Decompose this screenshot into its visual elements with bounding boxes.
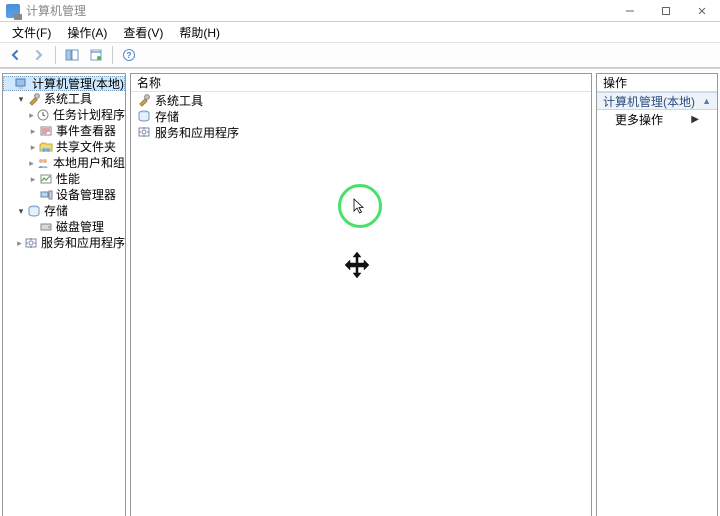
storage-icon: [137, 109, 151, 123]
tree-label-local-users: 本地用户和组: [53, 155, 125, 171]
tree-node-task-scheduler[interactable]: 任务计划程序: [3, 107, 125, 123]
show-hide-tree-button[interactable]: [61, 44, 83, 66]
close-button[interactable]: [684, 0, 720, 21]
tools-icon: [27, 92, 41, 106]
disk-icon: [39, 220, 53, 234]
tree-label-device-manager: 设备管理器: [56, 187, 116, 203]
list-item-storage[interactable]: 存储: [131, 108, 591, 124]
computer-icon: [15, 77, 29, 91]
back-button[interactable]: [4, 44, 26, 66]
actions-group[interactable]: 计算机管理(本地) ▲: [597, 92, 717, 110]
tree-label-storage: 存储: [44, 203, 68, 219]
tree-node-root[interactable]: 计算机管理(本地): [3, 76, 125, 91]
tree-node-storage[interactable]: 存储: [3, 203, 125, 219]
actions-panel: 操作 计算机管理(本地) ▲ 更多操作 ▶: [596, 73, 718, 516]
minimize-button[interactable]: [612, 0, 648, 21]
properties-button[interactable]: [85, 44, 107, 66]
tree-label-task-scheduler: 任务计划程序: [53, 107, 125, 123]
expander-icon[interactable]: [27, 107, 36, 123]
move-icon: [342, 250, 372, 280]
expander-icon[interactable]: [27, 155, 36, 171]
storage-icon: [27, 204, 41, 218]
forward-button[interactable]: [28, 44, 50, 66]
tree-label-shared-folders: 共享文件夹: [56, 139, 116, 155]
actions-header: 操作: [597, 74, 717, 92]
expander-icon[interactable]: [27, 139, 39, 155]
tree-node-disk-management[interactable]: 磁盘管理: [3, 219, 125, 235]
actions-more[interactable]: 更多操作 ▶: [597, 110, 717, 128]
list-label: 存储: [155, 108, 179, 125]
tree-node-system-tools[interactable]: 系统工具: [3, 91, 125, 107]
list-item-services-apps[interactable]: 服务和应用程序: [131, 124, 591, 140]
cursor-icon: [353, 198, 367, 216]
menu-view[interactable]: 查看(V): [115, 22, 171, 43]
tree-node-local-users[interactable]: 本地用户和组: [3, 155, 125, 171]
tools-icon: [137, 93, 151, 107]
actions-more-label: 更多操作: [615, 111, 663, 128]
menu-help[interactable]: 帮助(H): [171, 22, 228, 43]
collapse-icon: ▲: [702, 96, 711, 106]
menu-action[interactable]: 操作(A): [59, 22, 115, 43]
menu-bar: 文件(F) 操作(A) 查看(V) 帮助(H): [0, 22, 720, 42]
expander-icon[interactable]: [15, 91, 27, 107]
maximize-button[interactable]: [648, 0, 684, 21]
tree-label-root: 计算机管理(本地): [32, 76, 124, 92]
app-icon: [6, 4, 20, 18]
tree-node-shared-folders[interactable]: 共享文件夹: [3, 139, 125, 155]
tree-label-system-tools: 系统工具: [44, 91, 92, 107]
window-title: 计算机管理: [26, 2, 86, 19]
list-label: 服务和应用程序: [155, 124, 239, 141]
tree-label-disk-management: 磁盘管理: [56, 219, 104, 235]
main-area: 计算机管理(本地) 系统工具 任务计划程序: [0, 68, 720, 516]
expander-icon[interactable]: [15, 235, 24, 251]
chevron-right-icon: ▶: [691, 114, 699, 125]
expander-icon[interactable]: [27, 171, 39, 187]
tree-node-device-manager[interactable]: 设备管理器: [3, 187, 125, 203]
help-button[interactable]: ?: [118, 44, 140, 66]
list-label: 系统工具: [155, 92, 203, 109]
content-panel: 名称 系统工具 存储 服务和应用程序: [130, 73, 592, 516]
users-icon: [36, 156, 50, 170]
tree-root: 计算机管理(本地) 系统工具 任务计划程序: [3, 74, 125, 253]
tree-label-services-apps: 服务和应用程序: [41, 235, 125, 251]
device-icon: [39, 188, 53, 202]
tree-label-event-viewer: 事件查看器: [56, 123, 116, 139]
expander-icon[interactable]: [27, 123, 39, 139]
list-item-system-tools[interactable]: 系统工具: [131, 92, 591, 108]
toolbar-separator: [55, 46, 56, 64]
window-buttons: [612, 0, 720, 21]
tree-node-event-viewer[interactable]: 事件查看器: [3, 123, 125, 139]
tree-label-performance: 性能: [56, 171, 80, 187]
services-icon: [137, 125, 151, 139]
title-bar: 计算机管理: [0, 0, 720, 22]
tree-node-performance[interactable]: 性能: [3, 171, 125, 187]
event-icon: [39, 124, 53, 138]
svg-text:?: ?: [127, 51, 132, 60]
column-name[interactable]: 名称: [137, 74, 397, 91]
shared-folder-icon: [39, 140, 53, 154]
actions-group-title: 计算机管理(本地): [603, 93, 695, 110]
menu-file[interactable]: 文件(F): [4, 22, 59, 43]
toolbar: ?: [0, 42, 720, 68]
expander-icon[interactable]: [15, 203, 27, 219]
services-icon: [24, 236, 38, 250]
toolbar-separator-2: [112, 46, 113, 64]
clock-icon: [36, 108, 50, 122]
tree-panel: 计算机管理(本地) 系统工具 任务计划程序: [2, 73, 126, 516]
tree-node-services-apps[interactable]: 服务和应用程序: [3, 235, 125, 251]
performance-icon: [39, 172, 53, 186]
content-header: 名称: [131, 74, 591, 92]
